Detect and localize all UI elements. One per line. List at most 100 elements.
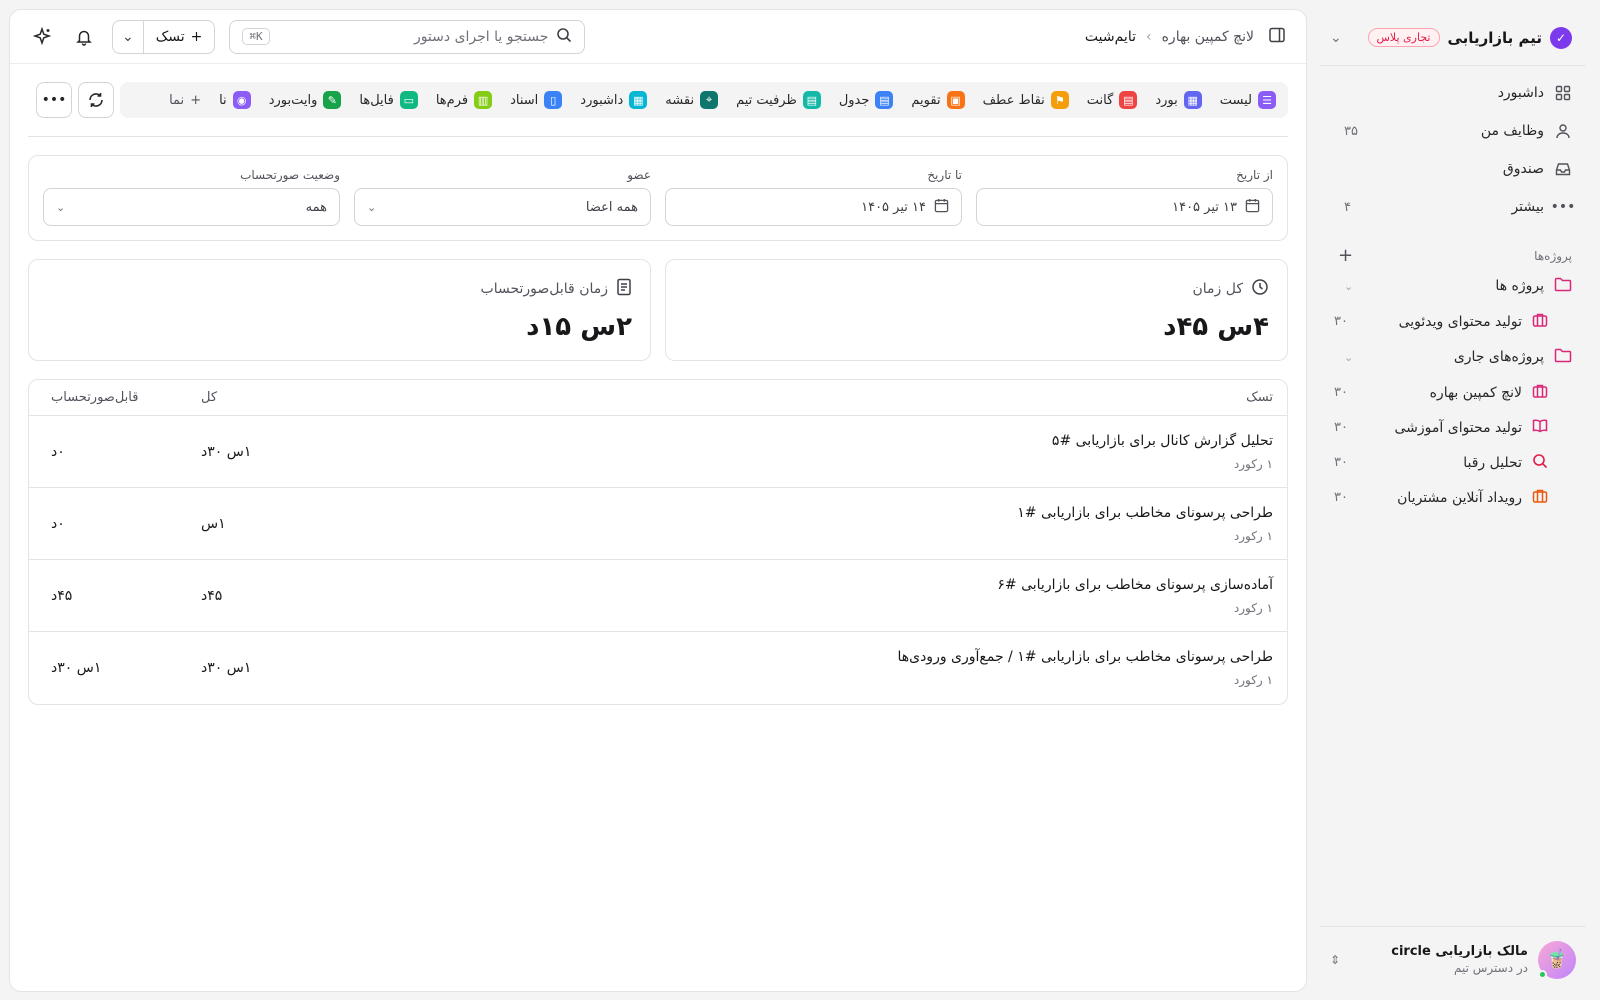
project-item[interactable]: رویداد آنلاین مشتریان ۳۰ [1320, 480, 1576, 515]
billable-cell: ۱س ۳۰د [51, 660, 102, 676]
sparkles-icon[interactable] [28, 23, 56, 51]
plus-icon: + [190, 92, 202, 108]
view-tab-label: نا [219, 92, 227, 108]
view-tab-icon: ✎ [323, 91, 342, 109]
view-tab[interactable]: ▦ داشبورد [580, 91, 648, 109]
view-tab-icon: ▦ [1183, 91, 1202, 109]
chevron-down-icon: ⌄ [367, 200, 377, 214]
more-options-button[interactable]: ••• [36, 82, 72, 118]
table-row[interactable]: آماده‌سازی پرسونای مخاطب برای بازاریابی … [29, 560, 1287, 632]
total-cell: ۴۵د [201, 587, 223, 604]
document-icon [616, 278, 632, 300]
user-menu[interactable]: 🧋 مالک بازاریابی circle در دسترس تیم ⇕ [1320, 926, 1586, 992]
project-item[interactable]: تولید محتوای ویدئویی ۳۰ [1320, 304, 1576, 339]
view-tab[interactable]: ▯ اسناد [510, 91, 563, 109]
column-header-billable: قابل‌صورتحساب [51, 390, 139, 405]
workspace-logo-icon: ✓ [1550, 26, 1572, 49]
view-tab[interactable]: ▭ فایل‌ها [359, 91, 418, 109]
refresh-button[interactable] [78, 82, 114, 118]
table-row[interactable]: تحلیل گزارش کانال برای بازاریابی #۵ ۱ رک… [29, 416, 1287, 488]
view-tab[interactable]: ⌖ نقشه [665, 91, 719, 109]
chevron-down-icon[interactable]: ⌄ [1330, 30, 1342, 46]
view-tab[interactable]: ▦ بورد [1155, 91, 1202, 109]
chevron-down-icon[interactable]: ⌄ [1334, 351, 1353, 364]
project-item[interactable]: تحلیل رقبا ۳۰ [1320, 445, 1576, 480]
folder-current-projects[interactable]: پروژه‌های جاری ⌄ [1320, 339, 1586, 375]
project-label: لانچ کمپین بهاره [1429, 384, 1522, 401]
view-tab[interactable]: ▤ جدول [839, 91, 894, 109]
briefcase-icon [1532, 383, 1548, 403]
add-task-button[interactable]: + تسک ⌄ [112, 19, 216, 54]
sidebar-item-dashboard[interactable]: داشبورد [1320, 74, 1586, 112]
sidebar-item-inbox[interactable]: صندوق [1320, 150, 1586, 188]
view-tab-label: تقویم [911, 92, 941, 108]
main-panel: لانچ کمپین بهاره › تایم‌شیت جستجو یا اجر… [9, 9, 1307, 992]
project-item-active[interactable]: لانچ کمپین بهاره ۳۰ [1320, 375, 1576, 410]
view-tab-label: وایت‌بورد [268, 92, 318, 108]
table-row[interactable]: طراحی پرسونای مخاطب برای بازاریابی #۱ / … [29, 632, 1287, 704]
chevron-down-icon[interactable]: ⌄ [1334, 280, 1353, 293]
view-tab[interactable]: ▤ ظرفیت تیم [736, 91, 821, 109]
project-label: تحلیل رقبا [1463, 454, 1522, 471]
billable-cell: ۰د [51, 515, 65, 532]
view-tab-label: فایل‌ها [359, 92, 394, 108]
view-tab-icon: ▤ [875, 91, 894, 109]
clock-icon [1251, 278, 1269, 300]
view-tab[interactable]: ▤ گانت [1087, 91, 1138, 109]
sidebar-toggle-icon[interactable] [1268, 26, 1286, 48]
task-cell: تحلیل گزارش کانال برای بازاریابی #۵ ۱ رک… [353, 433, 1273, 471]
view-tab-icon: ⌖ [700, 91, 719, 109]
view-tab-label: ظرفیت تیم [736, 92, 797, 108]
view-tab-label: داشبورد [580, 92, 624, 108]
view-tab[interactable]: ✎ وایت‌بورد [269, 91, 342, 109]
breadcrumb-parent[interactable]: لانچ کمپین بهاره [1162, 29, 1254, 45]
view-tab-icon: ▥ [474, 91, 493, 109]
folder-projects[interactable]: پروژه ها ⌄ [1320, 268, 1586, 304]
project-count: ۳۰ [1334, 420, 1348, 435]
chevron-left-icon: › [1145, 28, 1152, 45]
search-shortcut: ⌘K [242, 28, 270, 45]
view-tab-icon: ▣ [946, 91, 965, 109]
chevron-up-down-icon[interactable]: ⇕ [1330, 953, 1340, 967]
bell-icon[interactable] [70, 23, 98, 51]
table-row[interactable]: طراحی پرسونای مخاطب برای بازاریابی #۱ ۱ … [29, 488, 1287, 560]
add-task-label[interactable]: + تسک [142, 20, 215, 53]
task-title: تحلیل گزارش کانال برای بازاریابی #۵ [1051, 432, 1273, 449]
total-cell: ۱س [201, 515, 226, 532]
avatar: 🧋 [1538, 940, 1576, 979]
filter-label: عضو [627, 168, 651, 182]
workspace-switcher[interactable]: ✓ تیم بازاریابی تجاری پلاس ⌄ [1320, 10, 1586, 66]
project-item[interactable]: تولید محتوای آموزشی ۳۰ [1320, 410, 1576, 445]
search-icon [556, 27, 572, 47]
total-cell: ۱س ۳۰د [201, 443, 252, 460]
add-project-icon[interactable]: + [1334, 247, 1353, 265]
online-status-dot [1538, 969, 1547, 979]
sidebar-item-more[interactable]: ••• بیشتر ۴ [1320, 188, 1586, 226]
billable-time-card: زمان قابل‌صورتحساب ۲س ۱۵د [28, 259, 651, 361]
from-date-value: ۱۳ تیر ۱۴۰۵ [1172, 199, 1237, 215]
view-tab[interactable]: ◉ نا [219, 91, 251, 109]
view-tab-icon: ▦ [629, 91, 648, 109]
filter-label: تا تاریخ [927, 168, 962, 182]
sidebar-item-my-tasks[interactable]: وظایف من ۳۵ [1320, 112, 1586, 150]
search-input[interactable]: جستجو یا اجرای دستور ⌘K [229, 19, 586, 54]
member-select[interactable]: همه اعضا ⌄ [354, 188, 651, 226]
task-cell: آماده‌سازی پرسونای مخاطب برای بازاریابی … [353, 577, 1273, 615]
project-label: تولید محتوای ویدئویی [1398, 313, 1522, 330]
to-date-picker[interactable]: ۱۴ تیر ۱۴۰۵ [665, 188, 962, 226]
stat-label: کل زمان [1192, 281, 1243, 297]
breadcrumb-current: تایم‌شیت [1084, 28, 1136, 45]
add-view-button[interactable]: + نما [169, 93, 201, 108]
folder-label: پروژه‌های جاری [1453, 349, 1544, 365]
sidebar-item-count: ۳۵ [1344, 123, 1358, 139]
invoice-status-select[interactable]: همه ⌄ [43, 188, 340, 226]
view-tab[interactable]: ▣ تقویم [911, 91, 965, 109]
view-tab-icon: ▤ [802, 91, 821, 109]
view-tab[interactable]: ⚑ نقاط عطف [983, 91, 1069, 109]
chevron-down-icon[interactable]: ⌄ [113, 21, 143, 53]
view-tab[interactable]: ☰ لیست [1220, 91, 1276, 109]
from-date-picker[interactable]: ۱۳ تیر ۱۴۰۵ [976, 188, 1273, 226]
view-tab[interactable]: ▥ فرم‌ها [436, 91, 493, 109]
project-count: ۳۰ [1334, 490, 1348, 505]
stat-label: زمان قابل‌صورتحساب [480, 281, 608, 297]
